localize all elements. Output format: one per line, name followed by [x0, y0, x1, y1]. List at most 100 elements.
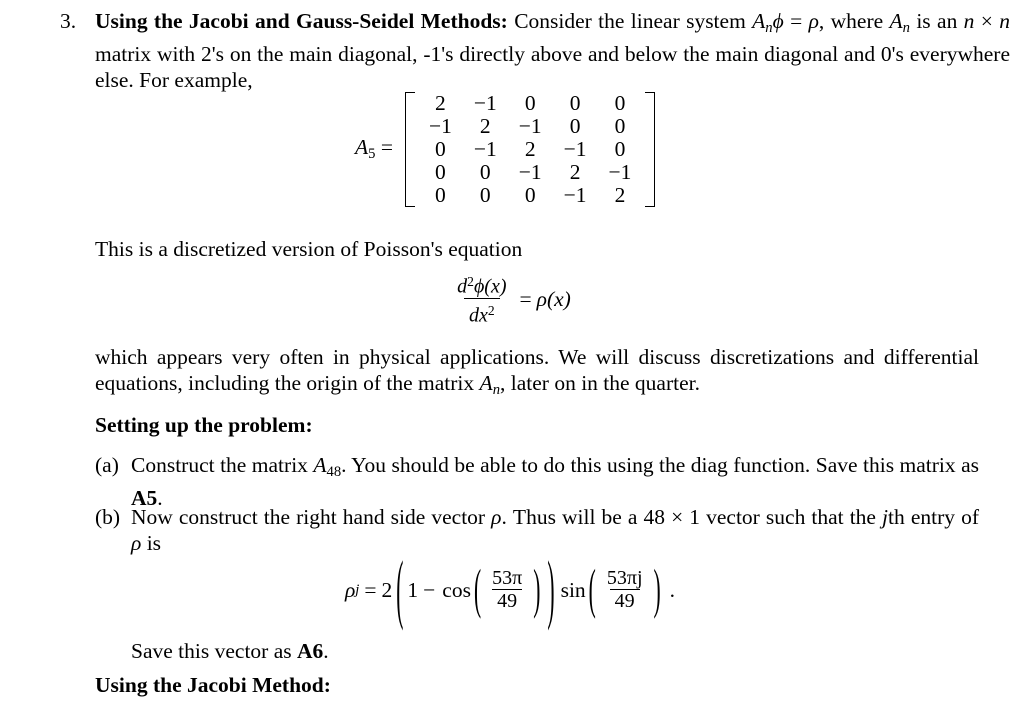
- cosine-argument-fraction: 53π 49: [487, 568, 527, 612]
- discussion-paragraph: which appears very often in physical app…: [95, 344, 979, 403]
- save-vector-line: Save this vector as A6.: [131, 638, 329, 664]
- item-a-matrix-A: A: [313, 453, 327, 477]
- discussion-matrix-subscript: n: [492, 382, 500, 399]
- intro-text-2: , where: [818, 9, 890, 33]
- poisson-numerator: d2ϕ(x): [452, 272, 511, 298]
- list-item-a-body: Construct the matrix A48. You should be …: [131, 452, 979, 511]
- rho-equation-equals: =: [364, 577, 377, 602]
- intro-text-4: matrix with 2's on the main diagonal, -1…: [95, 42, 1010, 93]
- matrix-cell: 0: [614, 114, 626, 138]
- matrix-cell: 0: [524, 91, 536, 115]
- intro-text-3: is an: [909, 9, 964, 33]
- rho-equation-one: 1: [407, 577, 419, 602]
- item-a-text-1: Construct the matrix: [131, 453, 314, 477]
- matrix-equals: =: [380, 135, 393, 160]
- list-item-b-body: Now construct the right hand side vector…: [131, 504, 979, 556]
- matrix-label-subscript: 5: [368, 146, 376, 163]
- poisson-equals: =: [519, 286, 532, 311]
- cos-left-paren: (: [473, 558, 482, 620]
- list-item-b: (b) Now construct the right hand side ve…: [95, 504, 979, 556]
- sin-left-paren: (: [588, 558, 596, 620]
- matrix-cell: 0: [435, 137, 446, 161]
- rho-symbol: ρ: [808, 9, 819, 33]
- matrix-cell: 0: [435, 160, 446, 184]
- problem-intro-paragraph: Using the Jacobi and Gauss-Seidel Method…: [95, 8, 1010, 93]
- matrix-subscript-n-2: n: [902, 20, 910, 37]
- rho-equation-coefficient: 2: [381, 577, 393, 602]
- problem-body: Using the Jacobi and Gauss-Seidel Method…: [95, 8, 1010, 93]
- list-item-a: (a) Construct the matrix A48. You should…: [95, 452, 979, 511]
- matrix-display-equation: A5 = 2 −1 0 0 0 −1 2 −1 0 0 0 −1 2 −1 0 …: [355, 92, 656, 207]
- item-a-matrix-subscript: 48: [326, 464, 342, 481]
- cos-right-paren: ): [533, 558, 541, 620]
- discussion-text-2: , later on in the quarter.: [500, 371, 700, 395]
- matrix-row: −1 2 −1 0 0: [418, 115, 642, 138]
- poisson-display-equation: d2ϕ(x) dx2 = ρ(x): [95, 272, 925, 326]
- item-b-text-1: Now construct the right hand side vector: [131, 505, 492, 529]
- matrix-label-A: A: [355, 135, 369, 160]
- rho-equation-rho: ρ: [344, 577, 356, 602]
- problem-block: 3. Using the Jacobi and Gauss-Seidel Met…: [60, 8, 1010, 93]
- rho-equation-minus: −: [423, 577, 436, 602]
- intro-text-1: Consider the linear system: [514, 9, 753, 33]
- matrix-cell: −1: [518, 114, 542, 138]
- left-bracket-icon: [404, 92, 415, 207]
- poisson-denominator: dx2: [463, 297, 500, 327]
- matrix-cell: 2: [614, 183, 626, 207]
- cos-denominator: 49: [492, 589, 523, 612]
- matrix-row: 0 0 −1 2 −1: [418, 161, 642, 184]
- poisson-rhs: ρ(x): [536, 286, 571, 311]
- matrix-cell: −1: [563, 183, 587, 207]
- matrix-row: 0 −1 2 −1 0: [418, 138, 642, 161]
- right-bracket-icon: [645, 92, 656, 207]
- problem-title: Using the Jacobi and Gauss-Seidel Method…: [95, 9, 508, 33]
- matrix-cell: 2: [435, 91, 446, 115]
- matrix-cell: 0: [569, 91, 581, 115]
- save-vector-name: A6: [297, 639, 324, 663]
- save-vector-period: .: [323, 639, 329, 663]
- phi-of-x: ϕ(x): [473, 275, 507, 298]
- setup-heading: Setting up the problem:: [95, 413, 313, 437]
- item-b-text-4: is: [141, 531, 162, 555]
- matrix-body: 2 −1 0 0 0 −1 2 −1 0 0 0 −1 2 −1 0 0 0 −…: [418, 92, 642, 207]
- save-vector-text: Save this vector as: [131, 639, 297, 663]
- times-symbol: ×: [974, 9, 1000, 33]
- dimension-n-1: n: [963, 9, 975, 33]
- discussion-matrix-A: A: [479, 371, 493, 395]
- matrix-cell: −1: [608, 160, 632, 184]
- sine-argument-fraction: 53πj 49: [602, 568, 648, 612]
- matrix-cell: 2: [524, 137, 536, 161]
- rho-equation-period: .: [669, 577, 676, 602]
- matrix-subscript-n: n: [765, 20, 773, 37]
- sin-denominator: 49: [609, 589, 640, 612]
- matrix-row: 2 −1 0 0 0: [418, 92, 642, 115]
- problem-number: 3.: [60, 9, 77, 33]
- item-b-text-3: th entry of: [888, 505, 979, 529]
- matrix-cell: 0: [479, 183, 491, 207]
- matrix-brackets: 2 −1 0 0 0 −1 2 −1 0 0 0 −1 2 −1 0 0 0 −…: [404, 92, 656, 207]
- document-page: 3. Using the Jacobi and Gauss-Seidel Met…: [0, 0, 1024, 718]
- phi-symbol: ϕ: [772, 9, 784, 33]
- matrix-cell: −1: [563, 137, 587, 161]
- numerator-exponent: 2: [467, 274, 474, 289]
- matrix-cell: 0: [435, 183, 446, 207]
- matrix-cell: −1: [518, 160, 542, 184]
- matrix-cell: 0: [569, 114, 581, 138]
- denominator-exponent: 2: [487, 302, 495, 318]
- poisson-caption: This is a discretized version of Poisson…: [95, 237, 523, 261]
- sin-right-paren: ): [653, 558, 661, 620]
- matrix-equation-label: A5 =: [355, 135, 393, 163]
- denominator-dx: dx: [468, 304, 488, 327]
- list-marker-b: (b): [95, 505, 121, 529]
- dimension-n-2: n: [999, 9, 1010, 33]
- item-b-rho-2: ρ: [131, 531, 142, 555]
- matrix-table: 2 −1 0 0 0 −1 2 −1 0 0 0 −1 2 −1 0 0 0 −…: [418, 92, 642, 207]
- matrix-cell: 2: [569, 160, 581, 184]
- equals-sign: =: [783, 9, 803, 33]
- matrix-cell: 2: [479, 114, 491, 138]
- matrix-symbol-A-2: A: [889, 9, 903, 33]
- matrix-cell: −1: [428, 114, 452, 138]
- matrix-cell: −1: [473, 137, 497, 161]
- matrix-cell: 0: [614, 91, 626, 115]
- matrix-symbol-A: A: [752, 9, 766, 33]
